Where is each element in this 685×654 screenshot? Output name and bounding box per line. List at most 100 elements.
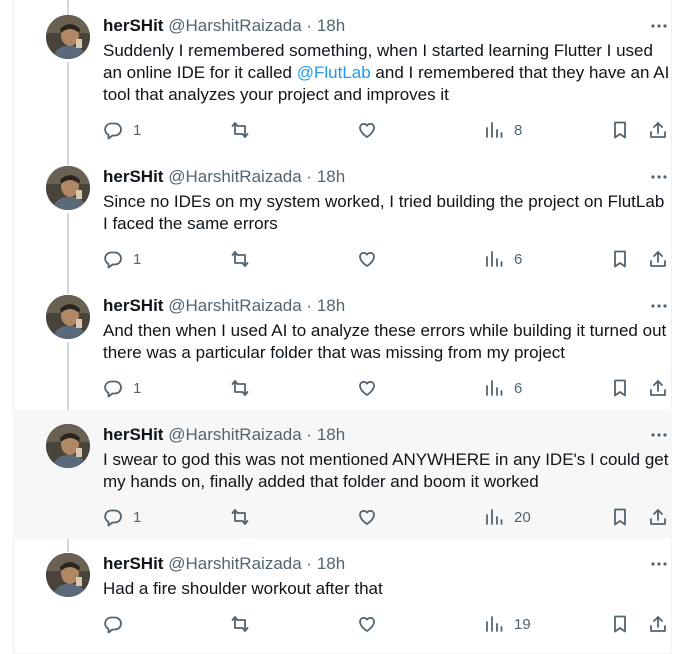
reply-count: 1 <box>133 508 142 526</box>
tweet[interactable]: herSHit @HarshitRaizada · 18h And then w… <box>14 281 672 410</box>
mention-link[interactable]: @FlutLab <box>297 63 371 82</box>
timestamp[interactable]: 18h <box>317 167 345 186</box>
like-button[interactable] <box>357 118 387 142</box>
tweet-header: herSHit @HarshitRaizada · 18h <box>103 16 345 36</box>
display-name[interactable]: herSHit <box>103 554 163 573</box>
tweet[interactable]: herSHit @HarshitRaizada · 18h I swear to… <box>14 410 672 539</box>
like-button[interactable] <box>357 505 387 529</box>
more-button[interactable] <box>648 296 670 316</box>
more-icon <box>651 304 667 308</box>
separator-dot: · <box>306 425 313 444</box>
share-icon <box>650 509 666 525</box>
avatar[interactable] <box>46 424 90 468</box>
more-icon <box>651 562 667 566</box>
reply-button[interactable]: 1 <box>103 118 141 142</box>
share-button[interactable] <box>648 247 668 271</box>
tweet[interactable]: herSHit @HarshitRaizada · 18h Since no I… <box>14 152 672 281</box>
tweet-text: Had a fire shoulder workout after that <box>103 579 383 598</box>
display-name[interactable]: herSHit <box>103 425 163 444</box>
user-handle[interactable]: @HarshitRaizada <box>168 16 301 35</box>
separator-dot: · <box>306 296 313 315</box>
bookmark-icon <box>614 379 626 397</box>
share-button[interactable] <box>648 505 668 529</box>
share-button[interactable] <box>648 118 668 142</box>
display-name[interactable]: herSHit <box>103 296 163 315</box>
views-button[interactable]: 20 <box>484 505 531 529</box>
repost-button[interactable] <box>230 612 260 636</box>
views-button[interactable]: 19 <box>484 612 531 636</box>
reply-button[interactable] <box>103 612 133 636</box>
share-button[interactable] <box>648 376 668 400</box>
display-name[interactable]: herSHit <box>103 16 163 35</box>
share-button[interactable] <box>648 612 668 636</box>
bookmark-icon <box>614 508 626 526</box>
avatar[interactable] <box>46 166 90 210</box>
repost-button[interactable] <box>230 505 260 529</box>
bookmark-button[interactable] <box>610 505 630 529</box>
reply-icon <box>104 616 122 634</box>
tweet[interactable]: herSHit @HarshitRaizada · 18h Suddenly I… <box>14 0 672 152</box>
views-button[interactable]: 8 <box>484 118 522 142</box>
timestamp[interactable]: 18h <box>317 16 345 35</box>
view-count: 20 <box>514 508 531 526</box>
reply-button[interactable]: 1 <box>103 505 141 529</box>
like-button[interactable] <box>357 612 387 636</box>
reply-button[interactable]: 1 <box>103 247 141 271</box>
bookmark-button[interactable] <box>610 118 630 142</box>
views-button[interactable]: 6 <box>484 376 522 400</box>
display-name[interactable]: herSHit <box>103 167 163 186</box>
reply-icon <box>104 251 122 269</box>
views-icon <box>486 380 503 396</box>
tweet-text: I swear to god this was not mentioned AN… <box>103 450 669 491</box>
user-handle[interactable]: @HarshitRaizada <box>168 554 301 573</box>
like-icon <box>359 509 375 525</box>
view-count: 6 <box>514 379 523 397</box>
bookmark-button[interactable] <box>610 247 630 271</box>
bookmark-icon <box>614 615 626 633</box>
tweet-header: herSHit @HarshitRaizada · 18h <box>103 554 345 574</box>
user-handle[interactable]: @HarshitRaizada <box>168 425 301 444</box>
like-icon <box>359 616 375 632</box>
more-icon <box>651 175 667 179</box>
share-icon <box>650 122 666 138</box>
avatar-image <box>46 15 90 59</box>
avatar[interactable] <box>46 553 90 597</box>
like-button[interactable] <box>357 376 387 400</box>
repost-icon <box>231 616 249 632</box>
tweet-actions: 1 6 <box>103 376 673 400</box>
more-button[interactable] <box>648 167 670 187</box>
tweet-header: herSHit @HarshitRaizada · 18h <box>103 425 345 445</box>
tweet-text: Suddenly I remembered something, when I … <box>103 40 673 106</box>
reply-icon <box>104 122 122 140</box>
views-button[interactable]: 6 <box>484 247 522 271</box>
avatar[interactable] <box>46 295 90 339</box>
repost-icon <box>231 380 249 396</box>
user-handle[interactable]: @HarshitRaizada <box>168 167 301 186</box>
like-icon <box>359 122 375 138</box>
repost-button[interactable] <box>230 376 260 400</box>
timestamp[interactable]: 18h <box>317 425 345 444</box>
repost-button[interactable] <box>230 118 260 142</box>
timestamp[interactable]: 18h <box>317 554 345 573</box>
avatar[interactable] <box>46 15 90 59</box>
more-button[interactable] <box>648 16 670 36</box>
tweet[interactable]: herSHit @HarshitRaizada · 18h Had a fire… <box>14 539 672 654</box>
more-button[interactable] <box>648 425 670 445</box>
user-handle[interactable]: @HarshitRaizada <box>168 296 301 315</box>
repost-icon <box>231 122 249 138</box>
share-icon <box>650 251 666 267</box>
avatar-image <box>46 166 90 210</box>
repost-button[interactable] <box>230 247 260 271</box>
reply-count: 1 <box>133 379 142 397</box>
tweet-actions: 1 8 <box>103 118 673 142</box>
avatar-image <box>46 553 90 597</box>
separator-dot: · <box>306 167 313 186</box>
tweet-actions: 19 <box>103 612 673 636</box>
timestamp[interactable]: 18h <box>317 296 345 315</box>
conversation-thread: herSHit @HarshitRaizada · 18h Suddenly I… <box>13 0 672 654</box>
bookmark-button[interactable] <box>610 612 630 636</box>
more-button[interactable] <box>648 554 670 574</box>
like-button[interactable] <box>357 247 387 271</box>
reply-button[interactable]: 1 <box>103 376 141 400</box>
bookmark-button[interactable] <box>610 376 630 400</box>
